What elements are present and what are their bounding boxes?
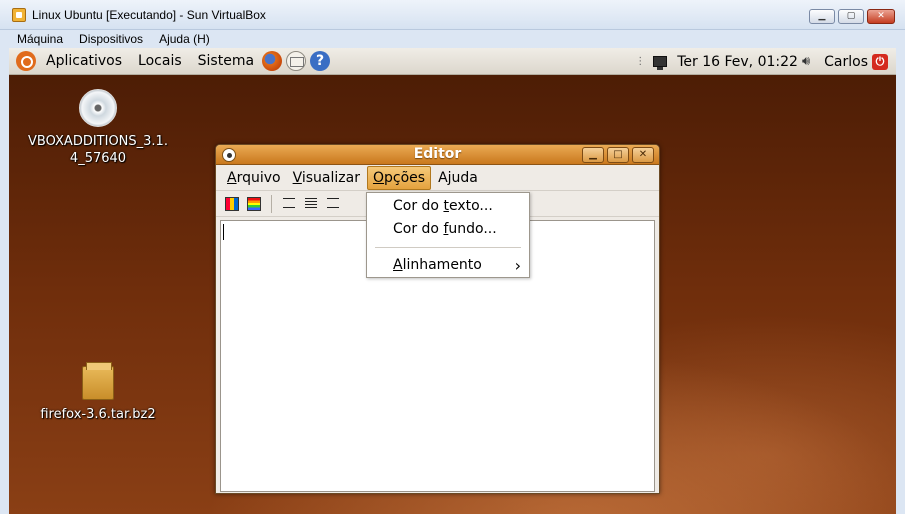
panel-clock[interactable]: Ter 16 Fev, 01:22 [677, 54, 798, 70]
toolbar-separator [271, 194, 272, 213]
minimize-button[interactable]: ▁ [809, 9, 835, 24]
help-icon[interactable]: ? [310, 51, 331, 71]
align-left-icon [283, 198, 295, 209]
close-button[interactable]: ✕ [867, 9, 895, 24]
item-text: linhamento [402, 257, 482, 273]
editor-maximize-button[interactable]: □ [607, 147, 629, 163]
network-monitor-icon[interactable] [653, 56, 668, 70]
vbox-frame-right [896, 48, 905, 514]
text-caret [223, 224, 224, 240]
mnemonic: V [292, 169, 302, 186]
panel-menu-locais[interactable]: Locais [138, 53, 182, 69]
shutdown-icon[interactable]: ⏻ [872, 53, 888, 70]
desktop-icon-label: firefox-3.6.tar.bz2 [40, 407, 156, 422]
color-palette-icon [247, 196, 261, 211]
menu-item-cor-do-texto[interactable]: Cor do texto... [367, 195, 529, 218]
ubuntu-logo-icon[interactable] [16, 51, 36, 71]
panel-right-area: ⋮ Ter 16 Fev, 01:22 🔊︎ Carlos ⏻ [635, 48, 896, 75]
editor-menubar: Arquivo Visualizar Opções Ajuda [216, 165, 659, 191]
mnemonic: A [227, 169, 237, 186]
menu-rest: pções [384, 169, 426, 186]
cd-icon [79, 89, 117, 127]
align-right-icon [327, 198, 339, 209]
paint-icon [225, 196, 239, 211]
item-text: Cor do [393, 198, 444, 214]
mnemonic: A [393, 257, 403, 273]
editor-close-button[interactable]: ✕ [632, 147, 654, 163]
firefox-icon[interactable] [262, 51, 283, 71]
editor-window-controls: ▁ □ ✕ [582, 147, 654, 163]
menu-rest: isualizar [301, 169, 360, 186]
background-color-button[interactable] [243, 194, 265, 214]
desktop[interactable]: VBOXADDITIONS_3.1.4_57640 firefox-3.6.ta… [9, 75, 896, 514]
editor-minimize-button[interactable]: ▁ [582, 147, 604, 163]
menu-dispositivos[interactable]: Dispositivos [79, 32, 143, 46]
desktop-icon-firefox-archive[interactable]: firefox-3.6.tar.bz2 [23, 362, 173, 423]
align-center-icon [305, 198, 317, 209]
menu-arquivo[interactable]: Arquivo [222, 167, 286, 189]
panel-menu-sistema[interactable]: Sistema [198, 53, 254, 69]
item-text: undo... [448, 221, 497, 237]
vbox-menubar: Máquina Dispositivos Ajuda (H) [0, 30, 905, 48]
menu-ajuda[interactable]: Ajuda [433, 167, 483, 189]
panel-handle[interactable]: ⋮ [635, 56, 645, 67]
menu-ajuda-host[interactable]: Ajuda (H) [159, 32, 210, 46]
mail-icon[interactable] [286, 51, 307, 71]
menu-rest: uda [451, 169, 478, 186]
text-color-button[interactable] [221, 194, 243, 214]
opcoes-dropdown-menu: Cor do texto... Cor do fundo... Alinhame… [366, 192, 530, 278]
window-title: Linux Ubuntu [Executando] - Sun VirtualB… [32, 7, 266, 22]
window-controls: ▁ ▢ ✕ [809, 9, 895, 24]
maximize-button[interactable]: ▢ [838, 9, 864, 24]
menu-separator [375, 247, 521, 248]
panel-menu-aplicativos[interactable]: Aplicativos [46, 53, 122, 69]
menu-item-alinhamento[interactable]: Alinhamento › [367, 254, 529, 277]
vbox-frame-left [0, 48, 9, 514]
desktop-icon-label: VBOXADDITIONS_3.1.4_57640 [28, 134, 168, 166]
menu-visualizar[interactable]: Visualizar [288, 167, 365, 189]
gnome-top-panel: Aplicativos Locais Sistema ? ⋮ Ter 16 Fe… [9, 48, 896, 75]
menu-rest: A [438, 169, 448, 186]
volume-icon[interactable]: 🔊︎ [802, 54, 810, 69]
menu-opcoes[interactable]: Opções [366, 165, 432, 190]
panel-user-name[interactable]: Carlos [824, 54, 868, 70]
vbox-titlebar: Linux Ubuntu [Executando] - Sun VirtualB… [0, 0, 905, 30]
archive-icon [82, 362, 114, 400]
align-right-button[interactable] [322, 194, 344, 214]
mnemonic: O [372, 169, 385, 186]
item-text: exto... [448, 198, 493, 214]
align-center-button[interactable] [300, 194, 322, 214]
menu-rest: rquivo [236, 169, 281, 186]
menu-item-cor-do-fundo[interactable]: Cor do fundo... [367, 218, 529, 241]
chevron-right-icon: › [514, 256, 521, 275]
virtualbox-icon [12, 7, 26, 22]
desktop-icon-vboxadditions[interactable]: VBOXADDITIONS_3.1.4_57640 [23, 89, 173, 167]
item-text: Cor do [393, 221, 444, 237]
align-left-button[interactable] [278, 194, 300, 214]
guest-screen[interactable]: Aplicativos Locais Sistema ? ⋮ Ter 16 Fe… [9, 48, 896, 514]
menu-maquina[interactable]: Máquina [17, 32, 63, 46]
editor-titlebar[interactable]: Editor ▁ □ ✕ [216, 145, 659, 165]
